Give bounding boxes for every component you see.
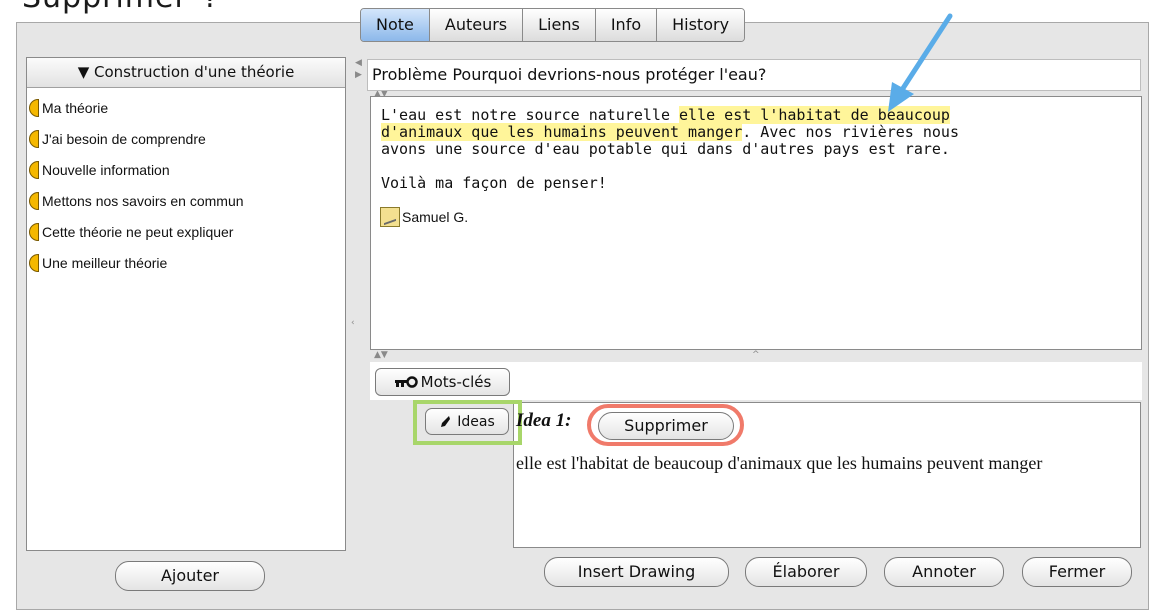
note-text-part: L'eau est notre source naturelle [381, 106, 680, 124]
key-icon [394, 376, 418, 388]
author-name: Samuel G. [402, 209, 469, 225]
note-body[interactable]: L'eau est notre source naturelle elle es… [370, 96, 1142, 350]
keywords-button-label: Mots-clés [420, 373, 492, 391]
scaffold-item-label: Mettons nos savoirs en commun [42, 192, 244, 209]
scaffold-support-icon [29, 191, 39, 210]
keywords-button[interactable]: Mots-clés [375, 368, 510, 396]
splitter-right-arrow-icon[interactable]: ▶ [355, 70, 362, 80]
annotate-button[interactable]: Annoter [884, 557, 1004, 587]
author-signature[interactable]: Samuel G. [380, 207, 468, 227]
scaffold-panel: ▼ Construction d'une théorie Ma théorie … [26, 57, 346, 551]
close-button[interactable]: Fermer [1022, 557, 1132, 587]
idea-label: Idea 1: [516, 410, 572, 431]
scaffold-item-nouvelle-information[interactable]: Nouvelle information [27, 154, 345, 185]
scaffold-item-label: Une meilleur théorie [42, 254, 168, 271]
annotation-arrow-icon [888, 13, 953, 112]
tab-info[interactable]: Info [595, 9, 658, 41]
scaffold-support-icon [29, 98, 39, 117]
cut-off-caption: Supprimer"? [22, 0, 220, 15]
splitter-handle-icon[interactable]: ^ [752, 350, 760, 360]
scaffold-item-ma-theorie[interactable]: Ma théorie [27, 92, 345, 123]
scaffold-item-besoin-comprendre[interactable]: J'ai besoin de comprendre [27, 123, 345, 154]
ideas-button[interactable]: Ideas [425, 408, 509, 435]
tab-liens[interactable]: Liens [523, 9, 596, 41]
author-card-icon [380, 207, 400, 227]
tab-history[interactable]: History [657, 9, 745, 41]
scaffold-support-icon [29, 129, 39, 148]
problem-title-field[interactable]: Problème Pourquoi devrions-nous protéger… [367, 59, 1141, 91]
scaffold-support-icon [29, 253, 39, 272]
delete-idea-button[interactable]: Supprimer [598, 412, 734, 440]
scaffold-item-meilleur-theorie[interactable]: Une meilleur théorie [27, 247, 345, 278]
scaffold-item-label: Ma théorie [42, 99, 109, 116]
scaffold-item-savoirs-commun[interactable]: Mettons nos savoirs en commun [27, 185, 345, 216]
scaffold-support-icon [29, 222, 39, 241]
note-highlight: d'animaux que les humains peuvent manger [381, 123, 743, 141]
scaffold-item-label: Cette théorie ne peut expliquer [42, 223, 234, 240]
scaffold-item-label: J'ai besoin de comprendre [42, 130, 206, 147]
insert-drawing-button[interactable]: Insert Drawing [544, 557, 729, 587]
scaffold-support-icon [29, 160, 39, 179]
idea-text[interactable]: elle est l'habitat de beaucoup d'animaux… [516, 453, 1116, 474]
tab-note[interactable]: Note [361, 9, 430, 41]
scaffold-list: Ma théorie J'ai besoin de comprendre Nou… [27, 92, 345, 278]
elaborate-button[interactable]: Élaborer [745, 557, 867, 587]
add-button[interactable]: Ajouter [115, 561, 265, 591]
scaffold-item-ne-peut-expliquer[interactable]: Cette théorie ne peut expliquer [27, 216, 345, 247]
tab-bar: Note Auteurs Liens Info History [360, 8, 746, 42]
splitter-up-down-icon[interactable]: ▲▼ [374, 350, 388, 360]
tab-auteurs[interactable]: Auteurs [429, 9, 524, 41]
ideas-button-label: Ideas [457, 413, 495, 430]
note-text[interactable]: L'eau est notre source naturelle elle es… [381, 106, 1101, 192]
splitter-left-arrow-icon[interactable]: ◀ [355, 58, 362, 68]
pen-icon [441, 415, 451, 427]
vertical-splitter-icon[interactable]: ‹ [351, 318, 355, 328]
scaffold-header[interactable]: ▼ Construction d'une théorie [27, 58, 345, 88]
scaffold-item-label: Nouvelle information [42, 161, 170, 178]
